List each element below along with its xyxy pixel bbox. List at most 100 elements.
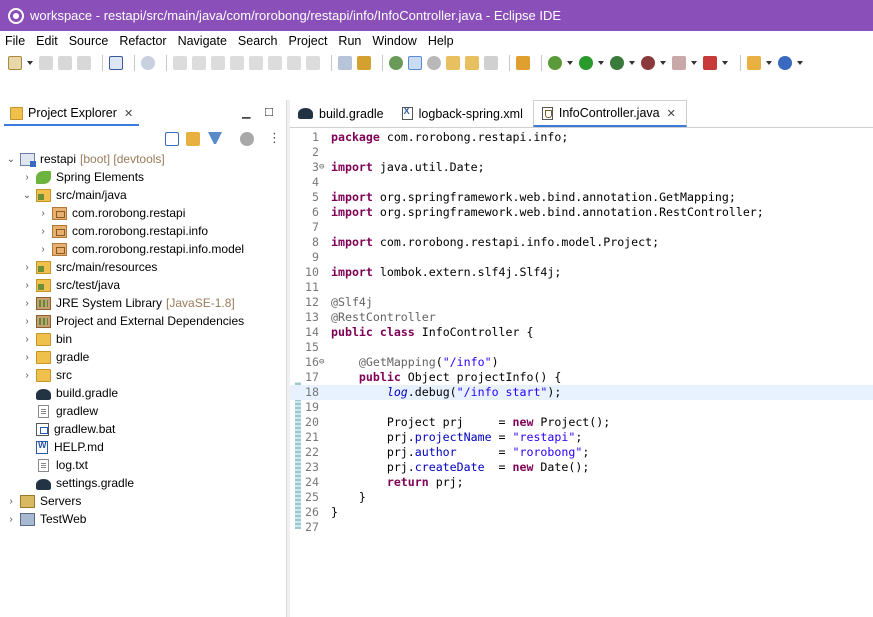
chevron-right-icon[interactable]: ›	[6, 496, 16, 507]
menu-source[interactable]: Source	[69, 34, 109, 48]
external-tools-icon[interactable]	[703, 55, 717, 70]
close-icon[interactable]: ✕	[667, 107, 676, 120]
tree-item-src[interactable]: › src	[0, 366, 286, 384]
stop-icon[interactable]	[672, 55, 686, 70]
save-all-icon[interactable]	[58, 55, 72, 70]
toggle-comment-icon[interactable]	[338, 55, 352, 70]
filter-icon[interactable]	[208, 132, 222, 146]
menu-window[interactable]: Window	[372, 34, 416, 48]
debug-icon[interactable]	[548, 55, 562, 70]
tree-item-build-gradle[interactable]: build.gradle	[0, 384, 286, 402]
tab-infocontroller-java[interactable]: InfoController.java ✕	[532, 100, 687, 127]
chevron-right-icon[interactable]: ›	[38, 226, 48, 237]
step-into-icon[interactable]	[249, 55, 263, 70]
run-dropdown-icon[interactable]	[598, 60, 604, 65]
disconnect-icon[interactable]	[230, 55, 244, 70]
debug-dropdown-icon[interactable]	[567, 60, 573, 65]
tab-build-gradle[interactable]: build.gradle	[290, 100, 394, 127]
tree-item-log-txt[interactable]: log.txt	[0, 456, 286, 474]
tree-item-settings-gradle[interactable]: settings.gradle	[0, 474, 286, 492]
chevron-right-icon[interactable]: ›	[22, 334, 32, 345]
profile-icon[interactable]	[641, 55, 655, 70]
tree-item-package[interactable]: › com.rorobong.restapi.info.model	[0, 240, 286, 258]
spring-boot-icon[interactable]	[516, 55, 530, 70]
next-annotation-icon[interactable]	[446, 55, 460, 70]
terminate-icon[interactable]	[211, 55, 225, 70]
tree-item-src-main-resources[interactable]: › src/main/resources	[0, 258, 286, 276]
menu-navigate[interactable]: Navigate	[178, 34, 227, 48]
chevron-right-icon[interactable]: ›	[22, 262, 32, 273]
new-dropdown-icon[interactable]	[27, 60, 33, 65]
tab-project-explorer[interactable]: Project Explorer ✕	[4, 102, 140, 126]
prev-annotation-icon[interactable]	[465, 55, 479, 70]
terminal-icon[interactable]	[109, 55, 123, 70]
toggle-mark-occurrences-icon[interactable]	[357, 55, 371, 70]
chevron-right-icon[interactable]: ›	[22, 280, 32, 291]
coverage-dropdown-icon[interactable]	[629, 60, 635, 65]
chevron-right-icon[interactable]: ›	[22, 298, 32, 309]
close-icon[interactable]: ✕	[124, 107, 133, 120]
menu-search[interactable]: Search	[238, 34, 278, 48]
skip-breakpoints-icon[interactable]	[141, 55, 155, 70]
tree-item-gradlew[interactable]: gradlew	[0, 402, 286, 420]
chevron-right-icon[interactable]: ›	[38, 208, 48, 219]
tree-item-dependencies[interactable]: › Project and External Dependencies	[0, 312, 286, 330]
chevron-right-icon[interactable]: ›	[22, 172, 32, 183]
step-return-icon[interactable]	[287, 55, 301, 70]
tree-item-package[interactable]: › com.rorobong.restapi	[0, 204, 286, 222]
print-icon[interactable]	[77, 55, 91, 70]
tree-item-package[interactable]: › com.rorobong.restapi.info	[0, 222, 286, 240]
tree-item-gradle[interactable]: › gradle	[0, 348, 286, 366]
save-icon[interactable]	[39, 55, 53, 70]
new-class-dropdown-icon[interactable]	[797, 60, 803, 65]
new-java-project-icon[interactable]	[747, 55, 761, 70]
menu-file[interactable]: File	[5, 34, 25, 48]
chevron-right-icon[interactable]: ›	[22, 352, 32, 363]
chevron-down-icon[interactable]: ⌄	[6, 154, 16, 165]
menu-edit[interactable]: Edit	[36, 34, 58, 48]
code-area[interactable]: 1 package com.rorobong.restapi.info; 2 3 ⊖…	[290, 128, 873, 617]
tree-item-restapi[interactable]: ⌄ restapi [boot] [devtools]	[0, 150, 286, 168]
tree-item-src-test-java[interactable]: › src/test/java	[0, 276, 286, 294]
tree-item-bin[interactable]: › bin	[0, 330, 286, 348]
annotation-icon[interactable]	[427, 55, 441, 70]
external-tools-dropdown-icon[interactable]	[722, 60, 728, 65]
maximize-icon[interactable]: ☐	[264, 106, 274, 119]
show-whitespace-icon[interactable]	[484, 55, 498, 70]
profile-dropdown-icon[interactable]	[660, 60, 666, 65]
highlight-icon[interactable]	[408, 55, 422, 70]
menu-help[interactable]: Help	[428, 34, 454, 48]
menu-refactor[interactable]: Refactor	[119, 34, 166, 48]
chevron-right-icon[interactable]: ›	[6, 514, 16, 525]
stop-dropdown-icon[interactable]	[691, 60, 697, 65]
tab-logback-spring-xml[interactable]: logback-spring.xml	[394, 100, 533, 127]
chevron-right-icon[interactable]: ›	[22, 370, 32, 381]
open-task-icon[interactable]	[389, 55, 403, 70]
spring-tools-icon[interactable]	[240, 132, 254, 146]
chevron-down-icon[interactable]: ⌄	[22, 190, 32, 201]
view-menu-icon[interactable]: ⋮	[268, 130, 281, 146]
new-java-project-dropdown-icon[interactable]	[766, 60, 772, 65]
tree-item-testweb[interactable]: › TestWeb	[0, 510, 286, 528]
fold-collapse-icon[interactable]: ⊖	[319, 160, 324, 175]
coverage-icon[interactable]	[610, 55, 624, 70]
step-over-icon[interactable]	[268, 55, 282, 70]
menu-project[interactable]: Project	[289, 34, 328, 48]
link-with-editor-icon[interactable]	[186, 132, 200, 146]
tree-item-gradlew-bat[interactable]: gradlew.bat	[0, 420, 286, 438]
new-class-icon[interactable]	[778, 55, 792, 70]
new-icon[interactable]	[8, 55, 22, 70]
chevron-right-icon[interactable]: ›	[22, 316, 32, 327]
drop-to-frame-icon[interactable]	[306, 55, 320, 70]
tree-item-servers[interactable]: › Servers	[0, 492, 286, 510]
tree-item-help-md[interactable]: HELP.md	[0, 438, 286, 456]
resume-icon[interactable]	[173, 55, 187, 70]
collapse-all-icon[interactable]	[165, 132, 179, 146]
tree-item-spring-elements[interactable]: › Spring Elements	[0, 168, 286, 186]
minimize-icon[interactable]: ▁	[242, 106, 250, 119]
suspend-icon[interactable]	[192, 55, 206, 70]
tree-item-jre-library[interactable]: › JRE System Library [JavaSE-1.8]	[0, 294, 286, 312]
fold-collapse-icon[interactable]: ⊖	[319, 355, 324, 370]
tree-item-src-main-java[interactable]: ⌄ src/main/java	[0, 186, 286, 204]
run-icon[interactable]	[579, 55, 593, 70]
